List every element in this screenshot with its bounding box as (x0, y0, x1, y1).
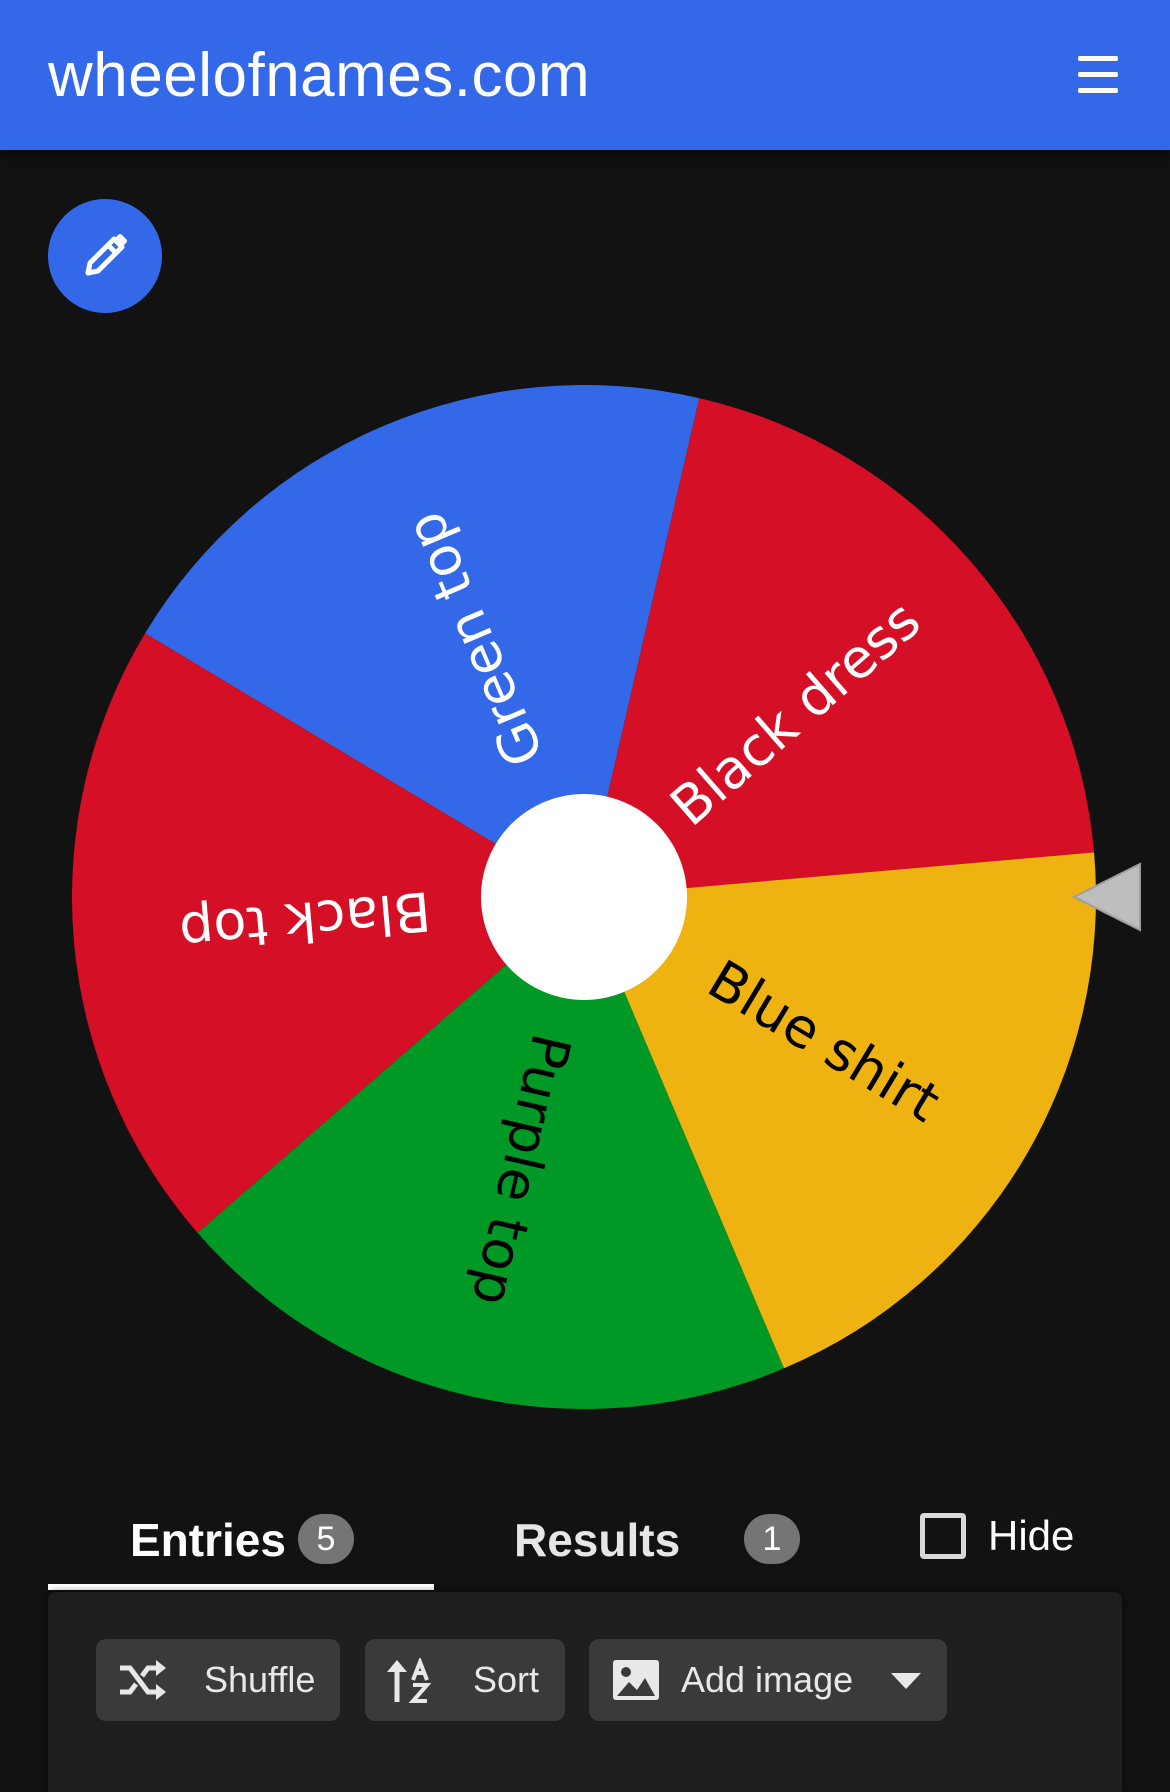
tab-entries-label: Entries (130, 1514, 286, 1566)
caret-down-icon (891, 1673, 921, 1689)
add-image-label: Add image (681, 1659, 854, 1700)
edit-button[interactable] (48, 199, 162, 313)
hide-label: Hide (988, 1512, 1075, 1559)
sort-alpha-icon (387, 1658, 432, 1703)
entries-count-badge: 5 (298, 1514, 354, 1564)
app-bar: wheelofnames.com (0, 0, 1170, 150)
add-image-button[interactable]: Add image (589, 1639, 947, 1721)
active-tab-indicator (48, 1584, 434, 1590)
hide-checkbox[interactable] (920, 1513, 966, 1559)
shuffle-icon (120, 1660, 166, 1700)
image-icon (613, 1660, 659, 1700)
results-count-badge: 1 (744, 1514, 800, 1564)
entries-panel: Shuffle Sort Add image (48, 1592, 1122, 1792)
sort-button[interactable]: Sort (365, 1639, 565, 1721)
tab-results-label: Results (514, 1514, 681, 1566)
tab-results[interactable]: Results 1 (434, 1500, 820, 1592)
sort-label: Sort (473, 1659, 540, 1700)
tab-entries[interactable]: Entries 5 (48, 1500, 434, 1592)
shuffle-button[interactable]: Shuffle (96, 1639, 340, 1721)
pencil-icon (85, 234, 127, 276)
wheel-pointer-icon (1071, 862, 1141, 932)
wheel[interactable]: Black dressGreen topBlack topPurple top B… (0, 340, 1170, 1440)
hide-toggle[interactable]: Hide (920, 1508, 1090, 1568)
app-title[interactable]: wheelofnames.com (48, 38, 590, 114)
menu-button[interactable] (1058, 50, 1138, 104)
shuffle-label: Shuffle (204, 1659, 316, 1700)
wheel-center-button[interactable] (481, 794, 687, 1000)
